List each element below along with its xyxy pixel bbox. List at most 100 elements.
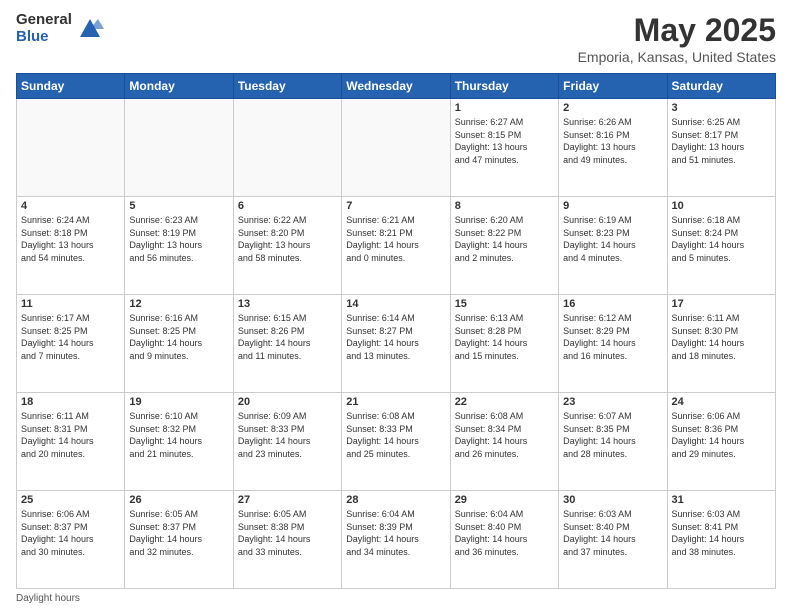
calendar-cell: 25 Sunrise: 6:06 AM Sunset: 8:37 PM Dayli… bbox=[17, 491, 125, 589]
calendar-cell: 1 Sunrise: 6:27 AM Sunset: 8:15 PM Daylig… bbox=[450, 99, 558, 197]
calendar-cell: 21Sunrise: 6:08 AM Sunset: 8:33 PM Dayli… bbox=[342, 393, 450, 491]
calendar-cell: 14 Sunrise: 6:14 AM Sunset: 8:27 PM Dayli… bbox=[342, 295, 450, 393]
day-info: Sunrise: 6:20 AM Sunset: 8:22 PM Dayligh… bbox=[455, 214, 554, 264]
day-number: 14 bbox=[346, 298, 445, 310]
day-info: Sunrise: 6:14 AM Sunset: 8:27 PM Dayligh… bbox=[346, 312, 445, 362]
calendar-cell: 9Sunrise: 6:19 AM Sunset: 8:23 PM Daylig… bbox=[559, 197, 667, 295]
day-info: Sunrise: 6:05 AM Sunset: 8:38 PM Dayligh… bbox=[238, 508, 337, 558]
day-number: 20 bbox=[238, 396, 337, 408]
day-number: 19 bbox=[129, 396, 228, 408]
day-info: Sunrise: 6:11 AM Sunset: 8:31 PM Dayligh… bbox=[21, 410, 120, 460]
day-info: Sunrise: 6:08 AM Sunset: 8:34 PM Dayligh… bbox=[455, 410, 554, 460]
day-number: 6 bbox=[238, 200, 337, 212]
day-number: 11 bbox=[21, 298, 120, 310]
subtitle: Emporia, Kansas, United States bbox=[578, 49, 776, 65]
day-number: 29 bbox=[455, 494, 554, 506]
calendar-cell: 26 Sunrise: 6:05 AM Sunset: 8:37 PM Dayli… bbox=[125, 491, 233, 589]
calendar-cell: 30 Sunrise: 6:03 AM Sunset: 8:40 PM Dayli… bbox=[559, 491, 667, 589]
calendar-cell: 2 Sunrise: 6:26 AM Sunset: 8:16 PM Daylig… bbox=[559, 99, 667, 197]
calendar-cell bbox=[233, 99, 341, 197]
day-number: 17 bbox=[672, 298, 771, 310]
day-info: Sunrise: 6:24 AM Sunset: 8:18 PM Dayligh… bbox=[21, 214, 120, 264]
day-header-friday: Friday bbox=[559, 74, 667, 99]
day-number: 28 bbox=[346, 494, 445, 506]
day-number: 1 bbox=[455, 102, 554, 114]
header-row: SundayMondayTuesdayWednesdayThursdayFrid… bbox=[17, 74, 776, 99]
calendar-cell: 16Sunrise: 6:12 AM Sunset: 8:29 PM Dayli… bbox=[559, 295, 667, 393]
calendar-cell: 10 Sunrise: 6:18 AM Sunset: 8:24 PM Dayli… bbox=[667, 197, 775, 295]
day-number: 15 bbox=[455, 298, 554, 310]
day-number: 7 bbox=[346, 200, 445, 212]
footer-note: Daylight hours bbox=[16, 593, 776, 604]
calendar-cell: 27Sunrise: 6:05 AM Sunset: 8:38 PM Dayli… bbox=[233, 491, 341, 589]
day-header-saturday: Saturday bbox=[667, 74, 775, 99]
calendar-cell: 5Sunrise: 6:23 AM Sunset: 8:19 PM Daylig… bbox=[125, 197, 233, 295]
calendar-cell: 8Sunrise: 6:20 AM Sunset: 8:22 PM Daylig… bbox=[450, 197, 558, 295]
day-number: 4 bbox=[21, 200, 120, 212]
calendar-cell: 18Sunrise: 6:11 AM Sunset: 8:31 PM Dayli… bbox=[17, 393, 125, 491]
day-header-tuesday: Tuesday bbox=[233, 74, 341, 99]
calendar-cell: 17 Sunrise: 6:11 AM Sunset: 8:30 PM Dayli… bbox=[667, 295, 775, 393]
day-number: 26 bbox=[129, 494, 228, 506]
main-title: May 2025 bbox=[578, 12, 776, 49]
calendar-cell: 22 Sunrise: 6:08 AM Sunset: 8:34 PM Dayli… bbox=[450, 393, 558, 491]
day-info: Sunrise: 6:03 AM Sunset: 8:40 PM Dayligh… bbox=[563, 508, 662, 558]
day-info: Sunrise: 6:07 AM Sunset: 8:35 PM Dayligh… bbox=[563, 410, 662, 460]
day-info: Sunrise: 6:04 AM Sunset: 8:40 PM Dayligh… bbox=[455, 508, 554, 558]
day-number: 3 bbox=[672, 102, 771, 114]
calendar-cell bbox=[17, 99, 125, 197]
day-info: Sunrise: 6:21 AM Sunset: 8:21 PM Dayligh… bbox=[346, 214, 445, 264]
calendar-cell: 24Sunrise: 6:06 AM Sunset: 8:36 PM Dayli… bbox=[667, 393, 775, 491]
day-info: Sunrise: 6:05 AM Sunset: 8:37 PM Dayligh… bbox=[129, 508, 228, 558]
calendar-table: SundayMondayTuesdayWednesdayThursdayFrid… bbox=[16, 73, 776, 589]
week-row-3: 18Sunrise: 6:11 AM Sunset: 8:31 PM Dayli… bbox=[17, 393, 776, 491]
calendar-cell: 23Sunrise: 6:07 AM Sunset: 8:35 PM Dayli… bbox=[559, 393, 667, 491]
day-number: 30 bbox=[563, 494, 662, 506]
day-info: Sunrise: 6:15 AM Sunset: 8:26 PM Dayligh… bbox=[238, 312, 337, 362]
day-info: Sunrise: 6:10 AM Sunset: 8:32 PM Dayligh… bbox=[129, 410, 228, 460]
logo-blue: Blue bbox=[16, 29, 72, 46]
calendar-cell: 28 Sunrise: 6:04 AM Sunset: 8:39 PM Dayli… bbox=[342, 491, 450, 589]
day-info: Sunrise: 6:27 AM Sunset: 8:15 PM Dayligh… bbox=[455, 116, 554, 166]
calendar-cell: 3Sunrise: 6:25 AM Sunset: 8:17 PM Daylig… bbox=[667, 99, 775, 197]
logo-general: General bbox=[16, 12, 72, 29]
day-info: Sunrise: 6:13 AM Sunset: 8:28 PM Dayligh… bbox=[455, 312, 554, 362]
calendar-cell: 15 Sunrise: 6:13 AM Sunset: 8:28 PM Dayli… bbox=[450, 295, 558, 393]
day-info: Sunrise: 6:09 AM Sunset: 8:33 PM Dayligh… bbox=[238, 410, 337, 460]
day-number: 25 bbox=[21, 494, 120, 506]
logo-icon bbox=[76, 15, 104, 43]
calendar-cell: 13Sunrise: 6:15 AM Sunset: 8:26 PM Dayli… bbox=[233, 295, 341, 393]
day-info: Sunrise: 6:17 AM Sunset: 8:25 PM Dayligh… bbox=[21, 312, 120, 362]
day-info: Sunrise: 6:06 AM Sunset: 8:36 PM Dayligh… bbox=[672, 410, 771, 460]
week-row-4: 25 Sunrise: 6:06 AM Sunset: 8:37 PM Dayli… bbox=[17, 491, 776, 589]
logo: General Blue bbox=[16, 12, 104, 45]
day-number: 10 bbox=[672, 200, 771, 212]
calendar-cell: 19 Sunrise: 6:10 AM Sunset: 8:32 PM Dayli… bbox=[125, 393, 233, 491]
day-number: 22 bbox=[455, 396, 554, 408]
calendar-cell bbox=[342, 99, 450, 197]
calendar-cell bbox=[125, 99, 233, 197]
day-info: Sunrise: 6:23 AM Sunset: 8:19 PM Dayligh… bbox=[129, 214, 228, 264]
day-number: 12 bbox=[129, 298, 228, 310]
calendar-cell: 31 Sunrise: 6:03 AM Sunset: 8:41 PM Dayli… bbox=[667, 491, 775, 589]
day-number: 31 bbox=[672, 494, 771, 506]
day-info: Sunrise: 6:08 AM Sunset: 8:33 PM Dayligh… bbox=[346, 410, 445, 460]
page: General Blue May 2025 Emporia, Kansas, U… bbox=[0, 0, 792, 612]
day-info: Sunrise: 6:06 AM Sunset: 8:37 PM Dayligh… bbox=[21, 508, 120, 558]
day-info: Sunrise: 6:26 AM Sunset: 8:16 PM Dayligh… bbox=[563, 116, 662, 166]
day-info: Sunrise: 6:22 AM Sunset: 8:20 PM Dayligh… bbox=[238, 214, 337, 264]
day-info: Sunrise: 6:03 AM Sunset: 8:41 PM Dayligh… bbox=[672, 508, 771, 558]
day-info: Sunrise: 6:18 AM Sunset: 8:24 PM Dayligh… bbox=[672, 214, 771, 264]
day-info: Sunrise: 6:11 AM Sunset: 8:30 PM Dayligh… bbox=[672, 312, 771, 362]
calendar-cell: 29 Sunrise: 6:04 AM Sunset: 8:40 PM Dayli… bbox=[450, 491, 558, 589]
day-info: Sunrise: 6:12 AM Sunset: 8:29 PM Dayligh… bbox=[563, 312, 662, 362]
week-row-0: 1 Sunrise: 6:27 AM Sunset: 8:15 PM Daylig… bbox=[17, 99, 776, 197]
calendar-cell: 6 Sunrise: 6:22 AM Sunset: 8:20 PM Daylig… bbox=[233, 197, 341, 295]
title-block: May 2025 Emporia, Kansas, United States bbox=[578, 12, 776, 65]
calendar-cell: 11 Sunrise: 6:17 AM Sunset: 8:25 PM Dayli… bbox=[17, 295, 125, 393]
day-header-wednesday: Wednesday bbox=[342, 74, 450, 99]
day-header-monday: Monday bbox=[125, 74, 233, 99]
day-number: 2 bbox=[563, 102, 662, 114]
day-info: Sunrise: 6:04 AM Sunset: 8:39 PM Dayligh… bbox=[346, 508, 445, 558]
day-number: 9 bbox=[563, 200, 662, 212]
